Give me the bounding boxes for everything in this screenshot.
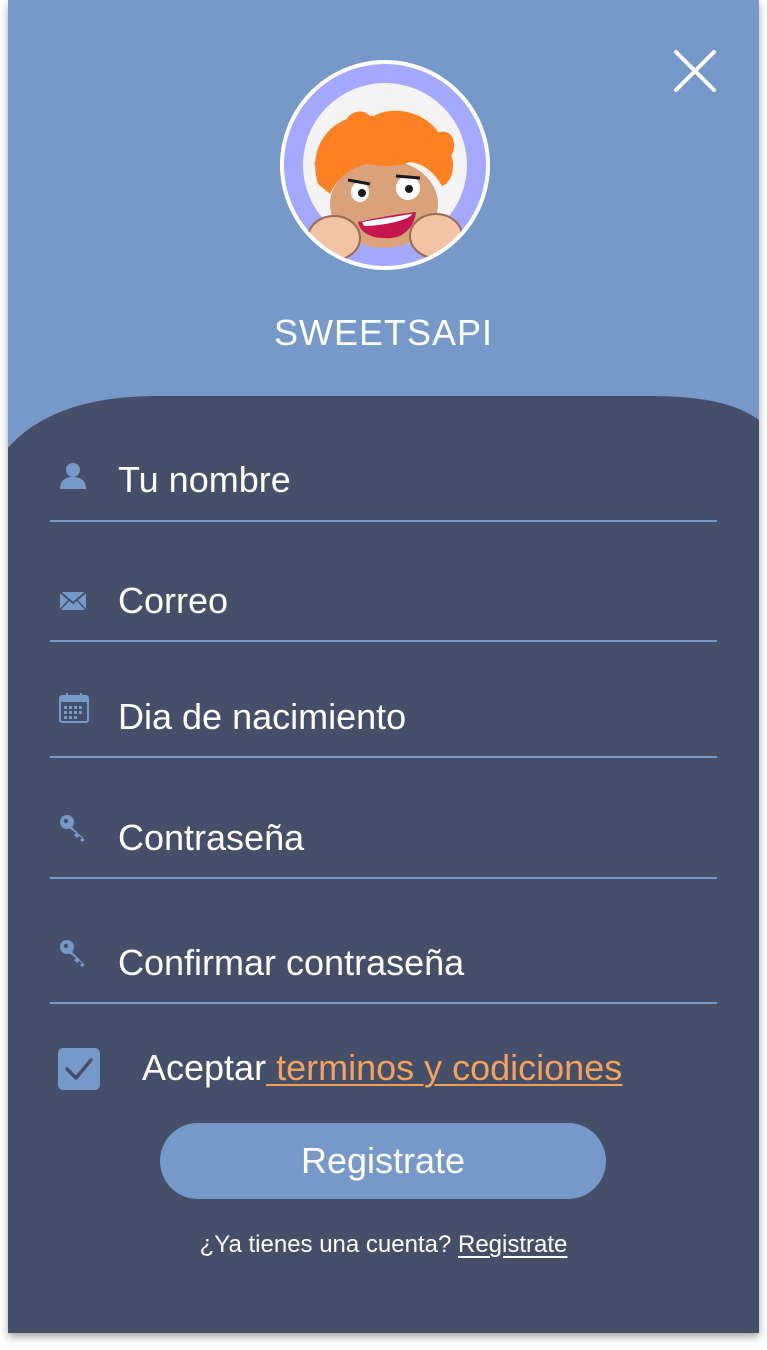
key-icon xyxy=(60,940,85,967)
terms-checkbox[interactable] xyxy=(58,1048,100,1090)
mail-icon xyxy=(59,591,87,611)
birthdate-field[interactable]: Dia de nacimiento xyxy=(50,676,717,758)
email-placeholder: Correo xyxy=(118,580,229,621)
check-icon xyxy=(65,1058,93,1080)
confirm-password-field[interactable]: Confirmar contraseña xyxy=(50,922,717,1004)
register-button[interactable]: Registrate xyxy=(160,1123,606,1199)
login-prompt: ¿Ya tienes una cuenta? Registrate xyxy=(8,1231,759,1259)
register-screen: SWEETSAPI Tu nombre Correo Dia de nacimi… xyxy=(8,0,759,1333)
login-link[interactable]: Registrate xyxy=(458,1231,567,1258)
login-question: ¿Ya tienes una cuenta? xyxy=(199,1231,458,1258)
calendar-icon xyxy=(59,693,89,723)
email-field[interactable]: Correo xyxy=(50,560,717,642)
terms-link[interactable]: terminos y codiciones xyxy=(266,1047,622,1088)
name-placeholder: Tu nombre xyxy=(118,459,291,500)
name-field[interactable]: Tu nombre xyxy=(50,440,717,522)
confirm-password-placeholder: Confirmar contraseña xyxy=(118,942,465,983)
terms-prefix: Aceptar xyxy=(142,1047,267,1088)
key-icon xyxy=(60,815,85,842)
user-icon xyxy=(60,463,86,489)
password-field[interactable]: Contraseña xyxy=(50,797,717,879)
terms-text: Aceptar terminos y codiciones xyxy=(142,1047,622,1089)
password-placeholder: Contraseña xyxy=(118,817,305,858)
birthdate-placeholder: Dia de nacimiento xyxy=(118,696,407,737)
